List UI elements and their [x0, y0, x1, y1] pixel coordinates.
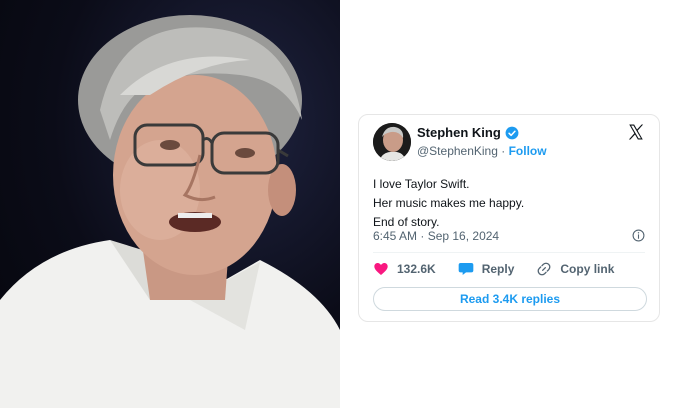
like-button[interactable]: 132.6K [373, 261, 436, 277]
like-count: 132.6K [397, 262, 436, 276]
reply-label: Reply [481, 262, 515, 276]
author-handle[interactable]: @StephenKing [417, 144, 498, 158]
info-icon[interactable] [632, 229, 645, 242]
tweet-card: Stephen King @StephenKing · Follow I lov… [358, 114, 660, 322]
reply-bubble-icon [458, 263, 474, 275]
author-name-row: Stephen King [417, 125, 519, 140]
copy-link-button[interactable]: Copy link [536, 261, 614, 277]
speaker-photo [0, 0, 340, 408]
x-logo-icon[interactable] [627, 123, 645, 141]
reply-button[interactable]: Reply [458, 261, 515, 277]
tweet-text: I love Taylor Swift. Her music makes me … [373, 175, 524, 232]
speaker-illustration [0, 15, 340, 408]
tweet-line: I love Taylor Swift. [373, 177, 470, 191]
read-replies-button[interactable]: Read 3.4K replies [373, 287, 647, 311]
handle-separator: · [501, 144, 506, 158]
handle-row: @StephenKing · Follow [417, 144, 547, 158]
link-icon [537, 262, 551, 276]
copy-link-label: Copy link [560, 262, 615, 276]
tweet-timestamp[interactable]: 6:45 AM · Sep 16, 2024 [373, 229, 499, 243]
tweet-line: Her music makes me happy. [373, 196, 525, 210]
author-name[interactable]: Stephen King [417, 125, 501, 140]
author-avatar[interactable] [373, 123, 411, 161]
tweet-actions: 132.6K Reply Copy link [373, 261, 636, 277]
follow-button[interactable]: Follow [509, 144, 547, 158]
heart-icon [374, 263, 388, 275]
divider [373, 252, 645, 253]
verified-badge-icon [505, 126, 519, 139]
